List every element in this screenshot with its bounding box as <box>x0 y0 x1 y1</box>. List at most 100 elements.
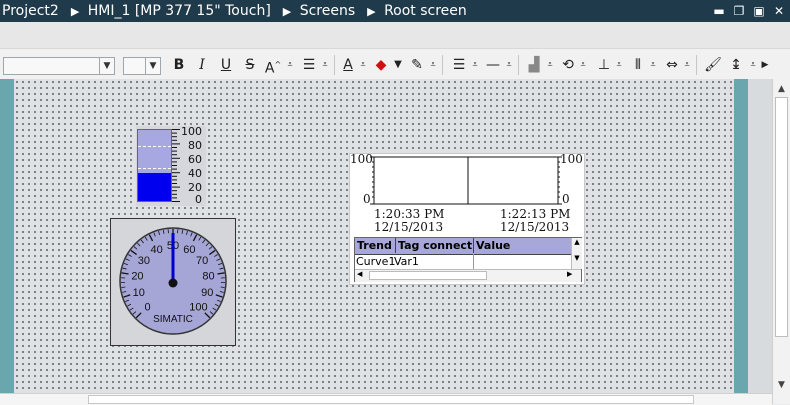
secondary-bar <box>0 22 790 48</box>
scroll-thumb[interactable] <box>369 271 487 280</box>
formatting-toolbar: ▼ ▼ B I U S A^ ⩡ ☰ ⩡ A ⩡ ◆ ▼ ✎ ⩡ ☰ ⩡ — ⩡… <box>0 48 790 80</box>
scroll-up-icon[interactable]: ▲ <box>572 238 582 246</box>
breadcrumb-project[interactable]: Project2 <box>2 3 59 19</box>
dropdown-arrow-icon[interactable]: ⩡ <box>470 55 480 75</box>
line-width-icon[interactable]: ☰ <box>450 55 468 75</box>
dropdown-arrow-icon[interactable]: ⩡ <box>428 55 438 75</box>
bar-scale-label: 100 <box>181 125 202 138</box>
underline-button[interactable]: U <box>219 55 233 75</box>
fill-color-icon[interactable]: ◆ <box>372 55 390 75</box>
window-controls: ▬ ❐ ▣ ✕ <box>712 0 786 22</box>
font-color-icon[interactable]: A <box>340 55 356 75</box>
vertical-scrollbar[interactable]: ▲ ▼ <box>772 79 790 404</box>
limit-line <box>138 168 171 169</box>
dropdown-arrow-icon[interactable]: ⩡ <box>682 55 692 75</box>
chevron-right-icon: ▶ <box>71 5 79 18</box>
gauge-scale-label: 40 <box>151 244 163 256</box>
chevron-right-icon: ▶ <box>367 5 375 18</box>
column-trend[interactable]: Trend <box>357 238 392 253</box>
font-size-increase-label: A <box>265 61 275 77</box>
restore-icon[interactable]: ❐ <box>732 0 746 22</box>
trend-table: Trend Tag connection Value Curve1 Var1 ▲… <box>354 237 582 282</box>
y-left-max: 100 <box>350 152 373 166</box>
scroll-down-icon[interactable]: ▼ <box>775 378 788 392</box>
bar-scale-ticks <box>172 129 180 202</box>
scroll-left-icon[interactable]: ◀ <box>357 270 362 278</box>
chevron-down-icon: ▼ <box>99 58 114 74</box>
gauge-scale-label: 10 <box>133 287 145 299</box>
format-painter-icon[interactable]: 🖌 <box>704 55 722 75</box>
scroll-thumb[interactable] <box>88 395 694 404</box>
scroll-up-icon[interactable]: ▲ <box>775 82 788 96</box>
line-style-icon[interactable]: — <box>484 55 502 75</box>
dropdown-arrow-icon[interactable]: ⩡ <box>614 55 624 75</box>
y-left-min: 0 <box>363 192 371 206</box>
gauge-scale-label: 60 <box>183 244 195 256</box>
gauge-tick <box>221 287 225 288</box>
gauge-hub <box>169 279 178 288</box>
bar-scale: 100 80 60 40 20 0 <box>180 126 204 206</box>
strikethrough-button[interactable]: S <box>244 55 256 75</box>
breadcrumb-screens[interactable]: Screens <box>300 3 355 19</box>
bold-button[interactable]: B <box>172 55 186 75</box>
table-header: Trend Tag connection Value <box>355 238 571 255</box>
bar-fill <box>138 173 171 201</box>
table-horizontal-scrollbar[interactable]: ◀ ▶ <box>355 269 581 282</box>
table-vertical-scrollbar[interactable]: ▲ ▼ <box>571 238 582 269</box>
dropdown-arrow-icon[interactable]: ▼ <box>393 55 403 75</box>
dropdown-arrow-icon[interactable]: ⩡ <box>358 55 368 75</box>
same-size-icon[interactable]: ⇔ <box>662 55 682 75</box>
gauge-scale-label: 0 <box>144 301 150 313</box>
date-right: 12/15/2013 <box>500 220 569 234</box>
breadcrumb-device[interactable]: HMI_1 [MP 377 15" Touch] <box>88 3 271 19</box>
chevron-right-icon: ▶ <box>283 5 291 18</box>
left-margin-strip <box>0 79 14 404</box>
gauge-scale-label: 100 <box>189 301 207 313</box>
maximize-icon[interactable]: ▣ <box>752 0 766 22</box>
bar-scale-label: 0 <box>195 193 202 206</box>
gauge-scale-label: 80 <box>202 270 214 282</box>
bring-front-icon[interactable]: ▟ <box>524 55 544 75</box>
dropdown-arrow-icon[interactable]: ⩡ <box>578 55 588 75</box>
more-tools-icon[interactable]: ▶ <box>761 55 769 75</box>
scroll-down-icon[interactable]: ▼ <box>572 254 582 262</box>
close-icon[interactable]: ✕ <box>772 0 786 22</box>
italic-button[interactable]: I <box>196 55 208 75</box>
column-value[interactable]: Value <box>473 238 572 253</box>
bar-track <box>137 129 172 202</box>
table-row[interactable]: Curve1 Var1 <box>355 254 571 270</box>
dropdown-arrow-icon[interactable]: ⩡ <box>320 55 330 75</box>
font-size-select[interactable]: ▼ <box>123 57 161 75</box>
dropdown-arrow-icon[interactable]: ⩡ <box>748 55 758 75</box>
align-center-icon[interactable]: ⊥ <box>594 55 614 75</box>
rotate-icon[interactable]: ⟲ <box>558 55 578 75</box>
gauge-brand: SIMATIC <box>153 314 193 325</box>
breadcrumb-root-screen[interactable]: Root screen <box>384 3 467 19</box>
dropdown-arrow-icon[interactable]: ⩡ <box>285 55 295 75</box>
bar-graph-widget[interactable]: 100 80 60 40 20 0 <box>136 126 206 206</box>
gauge-scale-label: 70 <box>196 255 208 267</box>
dropdown-arrow-icon[interactable]: ⩡ <box>504 55 514 75</box>
minimize-icon[interactable]: ▬ <box>712 0 726 22</box>
cell-tag: Var1 <box>394 254 419 269</box>
layer-icon[interactable]: ↨ <box>726 55 746 75</box>
align-icon[interactable]: ☰ <box>299 55 319 75</box>
gauge-dial: 0102030405060708090100 SIMATIC <box>111 219 235 345</box>
font-family-select[interactable]: ▼ <box>3 57 115 75</box>
gauge-scale-label: 30 <box>138 255 150 267</box>
font-size-increase-button[interactable]: A^ <box>264 55 282 75</box>
bar-scale-label: 80 <box>188 139 202 152</box>
bar-scale-label: 60 <box>188 153 202 166</box>
trend-view-widget[interactable]: 100 0 100 0 1:20:33 PM 12/15/2013 1:22:1… <box>349 153 585 285</box>
cell-trend: Curve1 <box>356 254 395 269</box>
distribute-icon[interactable]: ⦀ <box>628 55 648 75</box>
gauge-widget[interactable]: 0102030405060708090100 SIMATIC <box>110 218 236 346</box>
line-color-icon[interactable]: ✎ <box>408 55 426 75</box>
limit-line <box>138 146 171 147</box>
bar-scale-label: 40 <box>188 167 202 180</box>
scroll-right-icon[interactable]: ▶ <box>567 270 572 278</box>
horizontal-scrollbar[interactable] <box>0 393 772 405</box>
dropdown-arrow-icon[interactable]: ⩡ <box>545 55 555 75</box>
dropdown-arrow-icon[interactable]: ⩡ <box>648 55 658 75</box>
scroll-thumb[interactable] <box>775 97 788 337</box>
